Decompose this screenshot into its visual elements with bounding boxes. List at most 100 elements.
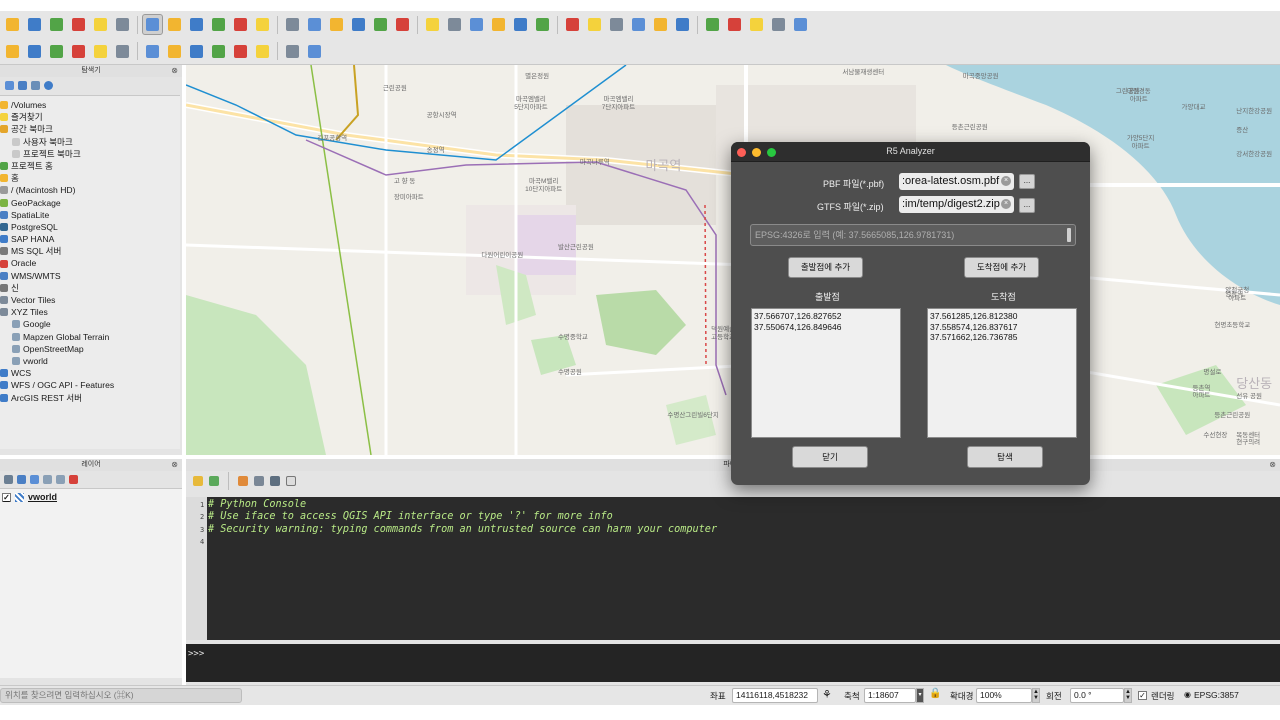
- options-icon[interactable]: [254, 476, 264, 486]
- list-item[interactable]: 37.566707,126.827652: [754, 311, 898, 322]
- zoom-out-icon[interactable]: [208, 14, 229, 35]
- print-layout-icon[interactable]: [90, 14, 111, 35]
- help-icon[interactable]: [304, 41, 325, 62]
- zoom-full-icon[interactable]: [230, 14, 251, 35]
- layer-name[interactable]: vworld: [28, 492, 57, 502]
- browser-item[interactable]: MS SQL 서버: [0, 245, 180, 257]
- visibility-icon[interactable]: [17, 475, 26, 484]
- rotation-spinner[interactable]: ▲ ▼: [1124, 688, 1132, 703]
- coordinate-field[interactable]: 14116118,4518232: [732, 688, 818, 703]
- field-calculator-icon[interactable]: [532, 14, 553, 35]
- python-console-output[interactable]: 1 2 3 4 # Python Console # Use iface to acce…: [186, 497, 1280, 640]
- browser-item[interactable]: WMS/WMTS: [0, 270, 180, 282]
- refresh-icon[interactable]: [488, 14, 509, 35]
- zoom-native-icon[interactable]: [304, 14, 325, 35]
- refresh-icon[interactable]: [5, 80, 14, 90]
- edit-icon[interactable]: [24, 41, 45, 62]
- magnifier-field[interactable]: 100%: [976, 688, 1032, 703]
- add-origin-button[interactable]: 출발점에 추가: [788, 257, 863, 278]
- save-project-icon[interactable]: [46, 14, 67, 35]
- label-icon[interactable]: [208, 41, 229, 62]
- clear-gtfs-icon[interactable]: ×: [1001, 199, 1011, 209]
- save-edits-icon[interactable]: [90, 41, 111, 62]
- zoom-to-selection-icon[interactable]: [252, 14, 273, 35]
- browser-item[interactable]: SAP HANA: [0, 233, 180, 245]
- pbf-browse-button[interactable]: ...: [1019, 174, 1035, 189]
- locator-search-input[interactable]: 위치를 찾으려면 입력하십시오 (⌘K): [0, 688, 242, 703]
- add-feature-icon[interactable]: [68, 41, 89, 62]
- browser-item[interactable]: 사용자 북마크: [0, 136, 180, 148]
- browser-item[interactable]: Oracle: [0, 257, 180, 269]
- undo-icon[interactable]: [142, 41, 163, 62]
- destination-list[interactable]: 37.561285,126.812380 37.558574,126.83761…: [927, 308, 1077, 438]
- new-map-view-icon[interactable]: [370, 14, 391, 35]
- pan-icon[interactable]: [142, 14, 163, 35]
- measure-icon[interactable]: [628, 14, 649, 35]
- new-bookmark-icon[interactable]: [422, 14, 443, 35]
- lock-scale-icon[interactable]: 🔒: [929, 688, 941, 699]
- browser-item[interactable]: SpatiaLite: [0, 209, 180, 221]
- vertex-icon[interactable]: [46, 41, 67, 62]
- new-3d-view-icon[interactable]: [392, 14, 413, 35]
- browser-item[interactable]: PostgreSQL: [0, 221, 180, 233]
- show-bookmarks-icon[interactable]: [444, 14, 465, 35]
- list-item[interactable]: 37.558574,126.837617: [930, 322, 1074, 333]
- collapse-all-layers-icon[interactable]: [56, 475, 65, 484]
- style-icon[interactable]: [186, 41, 207, 62]
- browser-item[interactable]: 프로젝트 북마크: [0, 148, 180, 160]
- python-console-input[interactable]: >>>: [186, 644, 1280, 682]
- zoom-last-icon[interactable]: [326, 14, 347, 35]
- zoom-next-icon[interactable]: [348, 14, 369, 35]
- add-destination-button[interactable]: 도착점에 추가: [964, 257, 1039, 278]
- statistics-icon[interactable]: [650, 14, 671, 35]
- annotation-icon[interactable]: [746, 14, 767, 35]
- browser-item[interactable]: OpenStreetMap: [0, 343, 180, 355]
- layer-row-vworld[interactable]: ✓ vworld: [2, 492, 180, 502]
- select-icon[interactable]: [562, 14, 583, 35]
- toggle-dock-icon[interactable]: [286, 476, 296, 486]
- filter-legend-icon[interactable]: [30, 475, 39, 484]
- close-button[interactable]: 닫기: [792, 446, 868, 468]
- magnifier-spinner[interactable]: ▲ ▼: [1032, 688, 1040, 703]
- browser-item[interactable]: 신: [0, 282, 180, 294]
- browser-item[interactable]: WFS / OGC API - Features: [0, 379, 180, 391]
- expand-all-icon[interactable]: [43, 475, 52, 484]
- show-editor-icon[interactable]: [238, 476, 248, 486]
- browser-item[interactable]: 프로젝트 홈: [0, 160, 180, 172]
- list-item[interactable]: 37.561285,126.812380: [930, 311, 1074, 322]
- open-table-icon[interactable]: [702, 14, 723, 35]
- browser-item[interactable]: vworld: [0, 355, 180, 367]
- browser-item[interactable]: GeoPackage: [0, 197, 180, 209]
- redo-icon[interactable]: [164, 41, 185, 62]
- browser-item[interactable]: 즐겨찾기: [0, 111, 180, 123]
- browser-item[interactable]: Google: [0, 318, 180, 330]
- scale-field[interactable]: 1:18607: [864, 688, 916, 703]
- layout-manager-icon[interactable]: [112, 14, 133, 35]
- gtfs-file-input[interactable]: :im/temp/digest2.zip ×: [899, 196, 1014, 213]
- layer-style-icon[interactable]: [4, 475, 13, 484]
- help-icon[interactable]: [270, 476, 280, 486]
- browser-item[interactable]: ArcGIS REST 서버: [0, 392, 180, 404]
- browser-panel-close-icon[interactable]: ⊗: [171, 65, 178, 77]
- sum-icon[interactable]: [672, 14, 693, 35]
- toggle-extents-icon[interactable]: ⚘: [822, 688, 832, 701]
- crs-label[interactable]: EPSG:3857: [1194, 690, 1239, 700]
- pan-to-selection-icon[interactable]: [164, 14, 185, 35]
- layers-panel-close-icon[interactable]: ⊗: [171, 459, 178, 471]
- coordinate-input[interactable]: EPSG:4326로 입력 (예: 37.5665085,126.9781731…: [750, 224, 1076, 246]
- browser-item[interactable]: WCS: [0, 367, 180, 379]
- filter-icon[interactable]: [18, 80, 27, 90]
- identify-icon[interactable]: [606, 14, 627, 35]
- remove-layer-icon[interactable]: [69, 475, 78, 484]
- clear-console-icon[interactable]: [193, 476, 203, 486]
- rotation-field[interactable]: 0.0 °: [1070, 688, 1124, 703]
- save-as-icon[interactable]: [68, 14, 89, 35]
- digitize-icon[interactable]: [2, 41, 23, 62]
- map-tips-icon[interactable]: [768, 14, 789, 35]
- zoom-dropdown-icon[interactable]: [790, 14, 811, 35]
- origin-list[interactable]: 37.566707,126.827652 37.550674,126.84964…: [751, 308, 901, 438]
- deselect-icon[interactable]: [584, 14, 605, 35]
- attribute-table-icon[interactable]: [510, 14, 531, 35]
- list-item[interactable]: 37.571662,126.736785: [930, 332, 1074, 343]
- toggle-edit-icon[interactable]: [112, 41, 133, 62]
